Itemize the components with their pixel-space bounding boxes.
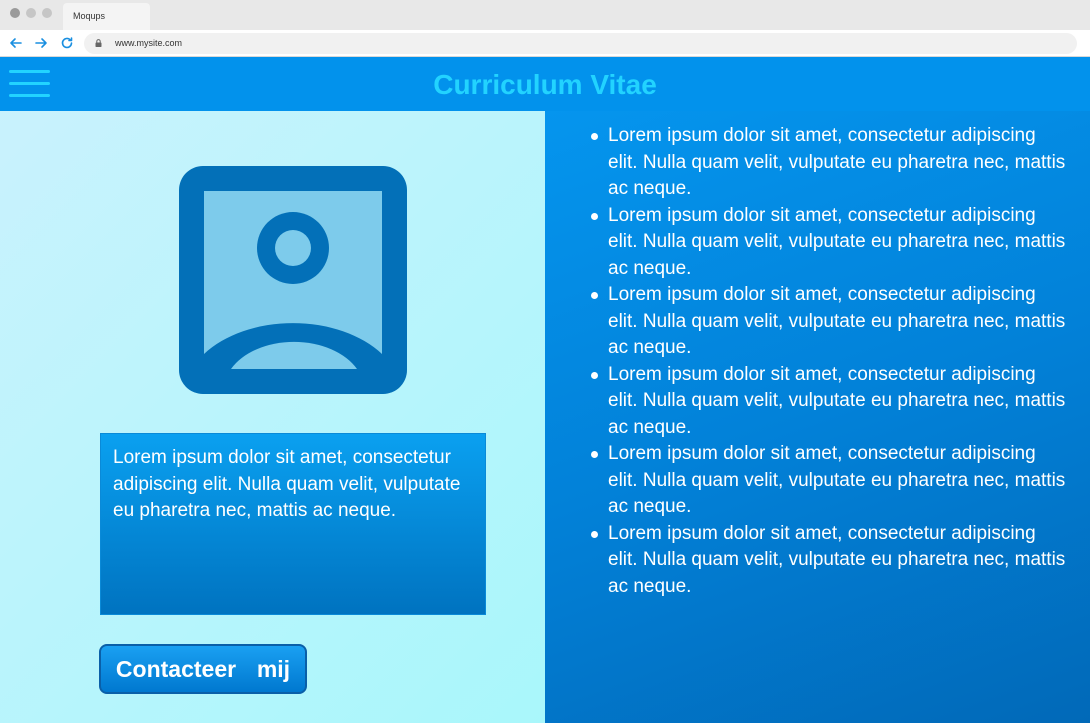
list-item: Lorem ipsum dolor sit amet, consectetur …	[589, 282, 1069, 362]
browser-tab[interactable]: Moqups	[63, 3, 150, 30]
contact-button-label: Contacteer mij	[115, 656, 291, 682]
window-close-dot[interactable]	[10, 8, 20, 18]
window-maximize-dot[interactable]	[42, 8, 52, 18]
list-item: Lorem ipsum dolor sit amet, consectetur …	[589, 123, 1069, 203]
page-title: Curriculum Vitae	[433, 69, 657, 100]
url-field[interactable]: www.mysite.com	[84, 33, 1077, 54]
address-bar: www.mysite.com	[0, 30, 1090, 57]
window-minimize-dot[interactable]	[26, 8, 36, 18]
arrow-right-icon[interactable]	[33, 35, 49, 51]
user-portrait-icon	[179, 166, 407, 394]
list-item: Lorem ipsum dolor sit amet, consectetur …	[589, 521, 1069, 601]
browser-tab-bar: Moqups	[0, 0, 1090, 30]
app-header: Curriculum Vitae	[0, 57, 1090, 111]
profile-panel: Lorem ipsum dolor sit amet, consectetur …	[0, 111, 545, 723]
cv-content-panel: Lorem ipsum dolor sit amet, consectetur …	[545, 111, 1090, 723]
list-item: Lorem ipsum dolor sit amet, consectetur …	[589, 362, 1069, 442]
contact-button[interactable]: Contacteer mij	[99, 644, 307, 694]
url-text: www.mysite.com	[115, 38, 183, 48]
intro-text: Lorem ipsum dolor sit amet, consectetur …	[113, 447, 461, 521]
lock-icon	[95, 39, 102, 47]
list-item: Lorem ipsum dolor sit amet, consectetur …	[589, 441, 1069, 521]
intro-text-box: Lorem ipsum dolor sit amet, consectetur …	[100, 433, 486, 615]
list-item: Lorem ipsum dolor sit amet, consectetur …	[589, 203, 1069, 283]
cv-bullet-list: Lorem ipsum dolor sit amet, consectetur …	[589, 123, 1069, 600]
browser-tab-title: Moqups	[73, 11, 106, 21]
reload-icon[interactable]	[59, 35, 75, 51]
arrow-left-icon[interactable]	[8, 35, 24, 51]
